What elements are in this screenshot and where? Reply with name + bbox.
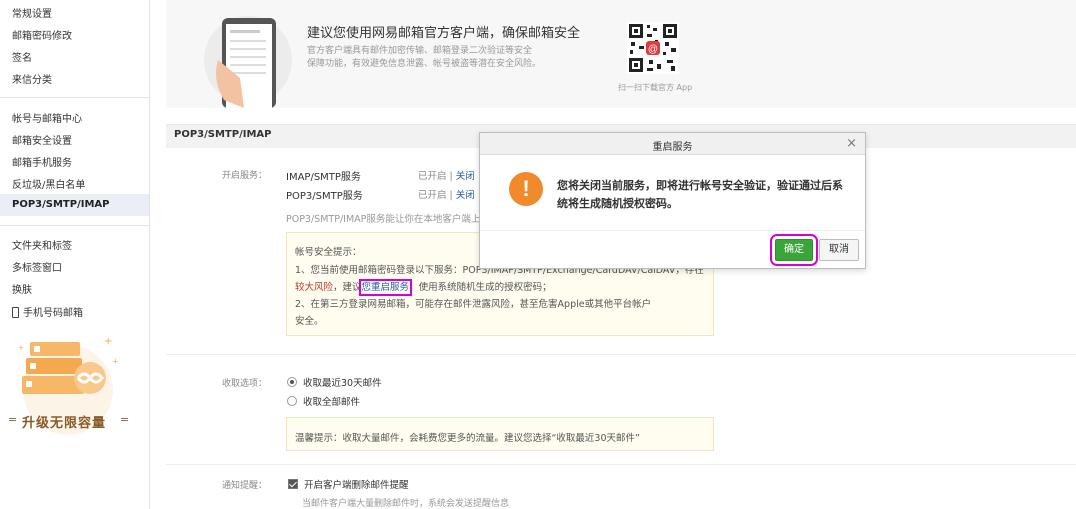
dialog-footer-divider — [480, 230, 865, 231]
restart-service-dialog: 重启服务 × ! 您将关闭当前服务，即将进行帐号安全验证，验证通过后系统将生成随… — [479, 132, 866, 269]
close-icon[interactable]: × — [846, 136, 857, 151]
option-label: 收取全部邮件 — [303, 397, 361, 408]
confirm-button[interactable]: 确定 — [770, 234, 818, 266]
sidebar-item-signature[interactable]: 签名 — [12, 49, 32, 64]
sidebar-item-password[interactable]: 邮箱密码修改 — [12, 27, 72, 42]
services-description: POP3/SMTP/IMAP服务能让你在本地客户端上 — [286, 214, 481, 225]
tip-text: 您 — [361, 282, 372, 293]
dialog-message: 您将关闭当前服务，即将进行帐号安全验证，验证通过后系统将生成随机授权密码。 — [557, 179, 843, 210]
radio-icon[interactable] — [287, 396, 297, 406]
banner-desc-line: 保障功能，有效避免信息泄露、帐号被盗等潜在安全风险。 — [307, 59, 542, 69]
imap-close-link[interactable]: 关闭 — [456, 171, 475, 182]
sidebar-item-pop3[interactable]: POP3/SMTP/IMAP — [0, 194, 149, 216]
notify-note: 当邮件客户端大量删除邮件时，系统会发送提醒信息 — [302, 499, 510, 509]
qr-caption: 扫一扫下载官方 App — [618, 83, 693, 92]
option-label: 收取最近30天邮件 — [303, 378, 382, 389]
qr-code: @ — [627, 22, 679, 74]
restart-service-label: 重启服务 — [371, 282, 410, 293]
dialog-title: 重启服务 — [652, 142, 693, 153]
receive-all-option[interactable]: 收取全部邮件 — [287, 394, 360, 408]
tip-title: 帐号安全提示： — [295, 247, 362, 258]
dialog-header: 重启服务 × — [480, 133, 865, 155]
checkbox-checked-icon[interactable] — [288, 479, 298, 489]
sidebar-item-multi-tab[interactable]: 多标签窗口 — [12, 259, 62, 274]
svg-text:@: @ — [648, 44, 658, 55]
svg-text:+: + — [112, 357, 119, 366]
pop3-service-name: POP3/SMTP服务 — [286, 191, 363, 202]
sidebar-item-general[interactable]: 常规设置 — [12, 5, 52, 20]
delete-reminder-checkbox[interactable]: 开启客户端删除邮件提醒 — [288, 477, 409, 491]
warning-icon: ! — [509, 172, 543, 206]
notify-label: 通知提醒： — [222, 481, 268, 491]
sidebar-item-folders[interactable]: 文件夹和标签 — [12, 237, 72, 252]
promo-left-mark: = — [8, 413, 18, 426]
receive-options-label: 收取选项： — [222, 379, 268, 389]
promo-right-mark: = — [120, 413, 130, 426]
tip-text: ，建议 — [333, 282, 362, 293]
tip-line-2: 较大风险，建议您重启服务，使用系统随机生成的授权密码； — [295, 279, 552, 296]
tip-line-4: 安全。 — [295, 316, 324, 327]
status-text: 已开启 — [418, 171, 447, 182]
restart-service-link[interactable]: 您重启服务 — [358, 279, 413, 296]
sidebar-item-mail-filter[interactable]: 来信分类 — [12, 71, 52, 86]
banner-title: 建议您使用网易邮箱官方客户端，确保邮箱安全 — [307, 26, 581, 41]
status-text: 已开启 — [418, 190, 447, 201]
tip-line-3: 2、在第三方登录网易邮箱，可能存在邮件泄露风险，甚至危害Apple或其他平台帐户 — [295, 299, 652, 310]
receive-hint: 温馨提示：收取大量邮件，会耗费您更多的流量。建议您选择“收取最近30天邮件” — [295, 433, 640, 444]
sidebar-divider — [0, 225, 149, 226]
pop3-close-link[interactable]: 关闭 — [456, 190, 475, 201]
radio-selected-icon[interactable] — [287, 377, 297, 387]
settings-sidebar: 常规设置 邮箱密码修改 签名 来信分类 帐号与邮箱中心 邮箱安全设置 邮箱手机服… — [0, 0, 150, 509]
banner-desc-line: 官方客户端具有邮件加密传输、邮箱登录二次验证等安全 — [307, 46, 533, 56]
imap-service-status: 已开启 | 关闭 — [418, 168, 475, 182]
svg-text:+: + — [104, 336, 112, 347]
phone-icon — [12, 307, 19, 318]
sidebar-item-skin[interactable]: 换肤 — [12, 281, 32, 296]
sidebar-item-phone-mailbox[interactable]: 手机号码邮箱 — [12, 304, 83, 319]
imap-service-name: IMAP/SMTP服务 — [286, 172, 361, 183]
section-title: POP3/SMTP/IMAP — [174, 129, 272, 140]
tip-text: ，使用系统随机生成的授权密码； — [409, 282, 552, 293]
sidebar-item-account-center[interactable]: 帐号与邮箱中心 — [12, 110, 82, 125]
cancel-button[interactable]: 取消 — [819, 239, 859, 261]
upgrade-storage-link[interactable]: 升级无限容量 — [22, 412, 106, 431]
banner-description: 官方客户端具有邮件加密传输、邮箱登录二次验证等安全 保障功能，有效避免信息泄露、… — [307, 45, 557, 71]
phone-illustration — [204, 16, 292, 108]
sidebar-item-label: 手机号码邮箱 — [23, 308, 83, 319]
sidebar-item-security[interactable]: 邮箱安全设置 — [12, 132, 72, 147]
receive-30-days-option[interactable]: 收取最近30天邮件 — [287, 375, 382, 389]
pop3-service-status: 已开启 | 关闭 — [418, 187, 475, 201]
sidebar-item-mobile-service[interactable]: 邮箱手机服务 — [12, 154, 72, 169]
separator: | — [449, 171, 453, 182]
services-label: 开启服务： — [222, 171, 268, 181]
separator: | — [449, 190, 453, 201]
risk-warning-text: 较大风险 — [295, 282, 334, 293]
checkbox-label: 开启客户端删除邮件提醒 — [304, 480, 409, 491]
sidebar-item-spam[interactable]: 反垃圾/黑白名单 — [12, 176, 85, 191]
divider — [166, 354, 1076, 355]
divider — [166, 464, 1076, 465]
sidebar-divider — [0, 97, 149, 98]
svg-text:+: + — [18, 344, 24, 352]
